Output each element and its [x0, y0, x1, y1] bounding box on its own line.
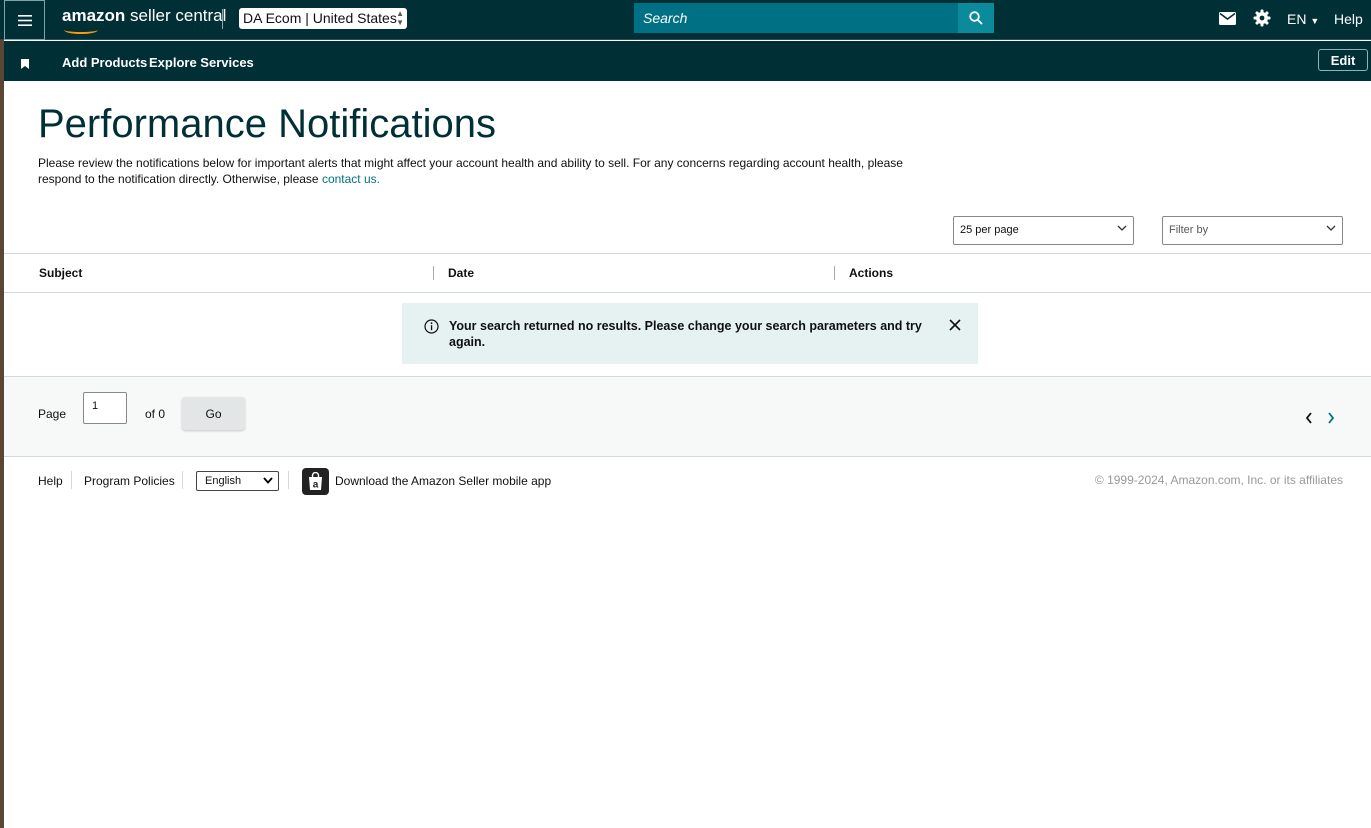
- search-icon: [969, 11, 983, 25]
- chevron-right-icon[interactable]: [1327, 412, 1335, 424]
- seller-app-icon[interactable]: a: [302, 468, 329, 495]
- logo-seller-central-text: seller central: [125, 6, 227, 25]
- seller-central-logo[interactable]: amazon seller central: [62, 6, 227, 34]
- close-icon[interactable]: [949, 319, 961, 331]
- search-placeholder: Search: [643, 10, 688, 26]
- search-button[interactable]: [958, 3, 994, 33]
- footer-divider: [288, 471, 289, 489]
- page-title: Performance Notifications: [38, 102, 496, 146]
- messages-button[interactable]: [1219, 12, 1236, 30]
- language-menu[interactable]: EN ▼: [1287, 11, 1319, 27]
- up-down-arrows-icon: ▲ ▼: [396, 9, 404, 27]
- nav-add-products[interactable]: Add Products: [62, 55, 147, 70]
- column-actions: Actions: [849, 266, 894, 280]
- gear-icon: [1253, 9, 1271, 27]
- table-header: Subject Date Actions: [4, 253, 1371, 293]
- caret-down-icon: ▼: [1310, 16, 1320, 26]
- account-switcher[interactable]: DA Ecom | United States ▲ ▼: [239, 8, 407, 29]
- download-app-link[interactable]: Download the Amazon Seller mobile app: [335, 474, 551, 488]
- footer-program-policies-link[interactable]: Program Policies: [84, 474, 175, 488]
- column-divider: [433, 266, 434, 280]
- chevron-down-icon: [263, 477, 273, 484]
- column-date[interactable]: Date: [448, 266, 474, 280]
- search-input[interactable]: Search: [634, 3, 959, 33]
- contact-us-link[interactable]: contact us.: [322, 172, 380, 186]
- account-name: DA Ecom: [243, 10, 302, 26]
- filter-select[interactable]: Filter by: [1162, 216, 1343, 245]
- per-page-value: 25 per page: [960, 224, 1019, 236]
- edit-button[interactable]: Edit: [1318, 49, 1368, 71]
- chevron-left-icon[interactable]: [1305, 412, 1313, 424]
- page-description: Please review the notifications below fo…: [38, 155, 908, 187]
- per-page-select[interactable]: 25 per page: [953, 216, 1134, 245]
- hamburger-menu-button[interactable]: [4, 0, 45, 40]
- mail-icon: [1219, 12, 1236, 25]
- quick-nav-bar: Add Products Explore Services Edit: [4, 41, 1371, 81]
- language-code: EN: [1287, 11, 1307, 27]
- logo-smile-icon: [64, 26, 98, 34]
- page-label: Page: [38, 407, 67, 421]
- description-text: Please review the notifications below fo…: [38, 156, 903, 186]
- footer-divider: [71, 471, 72, 489]
- column-divider: [834, 266, 835, 280]
- bookmark-icon[interactable]: [21, 56, 29, 74]
- hamburger-menu-icon: [17, 14, 32, 26]
- header-divider: [222, 9, 223, 29]
- footer-language-select[interactable]: English: [196, 471, 279, 491]
- copyright-text: © 1999-2024, Amazon.com, Inc. or its aff…: [1094, 473, 1343, 487]
- pagination-bar: Page 1 of 0 Go: [4, 376, 1371, 457]
- footer-language-value: English: [205, 475, 242, 487]
- settings-button[interactable]: [1253, 9, 1271, 32]
- page-number-input[interactable]: 1: [83, 392, 127, 424]
- svg-text:a: a: [313, 480, 319, 491]
- logo-amazon-text: amazon: [62, 6, 126, 25]
- footer-help-link[interactable]: Help: [38, 474, 63, 488]
- page-count: of 0: [145, 407, 166, 421]
- no-results-alert: Your search returned no results. Please …: [402, 303, 978, 364]
- help-link[interactable]: Help: [1334, 11, 1363, 27]
- page-footer: Help Program Policies English a Download…: [38, 468, 1343, 496]
- alert-message: Your search returned no results. Please …: [449, 319, 922, 349]
- account-region: United States: [312, 10, 397, 26]
- column-subject[interactable]: Subject: [39, 266, 82, 280]
- footer-divider: [182, 471, 183, 489]
- nav-explore-services[interactable]: Explore Services: [149, 55, 254, 70]
- top-header: amazon seller central DA Ecom | United S…: [0, 0, 1371, 40]
- chevron-down-icon: [1326, 225, 1336, 231]
- filter-placeholder: Filter by: [1169, 224, 1209, 236]
- chevron-down-icon: [1117, 225, 1127, 231]
- go-button[interactable]: Go: [182, 397, 245, 430]
- info-icon: [424, 319, 439, 334]
